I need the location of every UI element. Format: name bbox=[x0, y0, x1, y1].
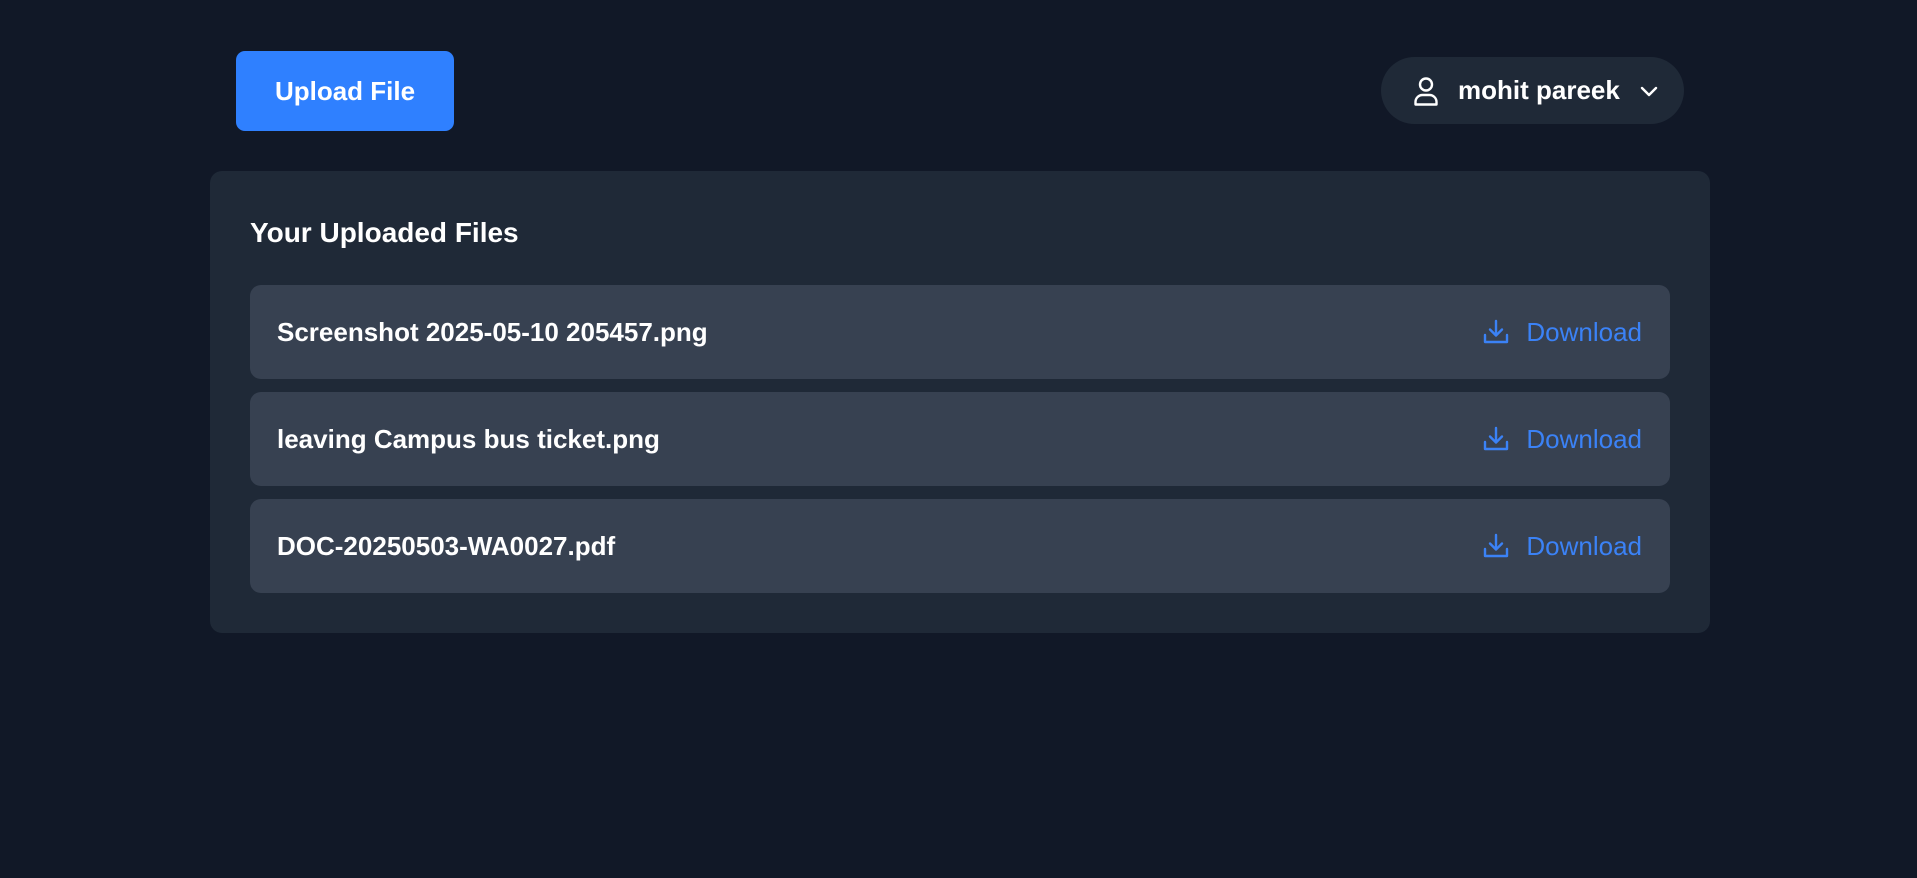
chevron-down-icon bbox=[1638, 80, 1660, 102]
upload-file-button[interactable]: Upload File bbox=[236, 51, 454, 131]
user-name: mohit pareek bbox=[1458, 75, 1620, 105]
panel-title: Your Uploaded Files bbox=[250, 217, 519, 248]
download-label: Download bbox=[1526, 316, 1642, 347]
download-label: Download bbox=[1526, 423, 1642, 454]
file-name: leaving Campus bus ticket.png bbox=[277, 423, 660, 454]
list-item: leaving Campus bus ticket.png Download bbox=[250, 392, 1670, 486]
file-list: Screenshot 2025-05-10 205457.png Downloa… bbox=[250, 285, 1670, 606]
user-icon bbox=[1412, 75, 1440, 107]
download-icon bbox=[1482, 532, 1510, 560]
download-label: Download bbox=[1526, 530, 1642, 561]
download-button[interactable]: Download bbox=[1482, 317, 1642, 348]
list-item: DOC-20250503-WA0027.pdf Download bbox=[250, 499, 1670, 593]
top-bar: Upload File mohit pareek bbox=[0, 0, 1917, 160]
file-name: DOC-20250503-WA0027.pdf bbox=[277, 530, 616, 561]
download-icon bbox=[1482, 425, 1510, 453]
uploaded-files-panel: Your Uploaded Files Screenshot 2025-05-1… bbox=[210, 171, 1710, 633]
file-name: Screenshot 2025-05-10 205457.png bbox=[277, 316, 708, 347]
list-item: Screenshot 2025-05-10 205457.png Downloa… bbox=[250, 285, 1670, 379]
download-button[interactable]: Download bbox=[1482, 424, 1642, 455]
download-icon bbox=[1482, 318, 1510, 346]
download-button[interactable]: Download bbox=[1482, 531, 1642, 562]
user-menu[interactable]: mohit pareek bbox=[1381, 57, 1684, 124]
